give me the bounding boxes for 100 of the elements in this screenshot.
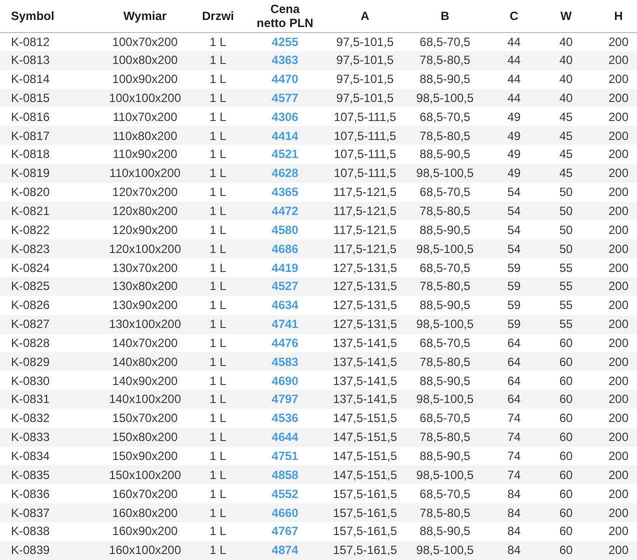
table-cell: K-0819 xyxy=(11,166,50,180)
table-cell: 68,5-70,5 xyxy=(420,110,470,124)
table-cell: 74 xyxy=(507,411,521,426)
table-cell: 200 xyxy=(608,411,629,426)
table-cell: 49 xyxy=(507,166,521,180)
column-header: W xyxy=(560,8,572,23)
table-cell: 64 xyxy=(507,354,521,369)
table-cell: 200 xyxy=(608,506,629,520)
table-cell: 107,5-111,5 xyxy=(334,166,396,180)
table-cell: 107,5-111,5 xyxy=(334,147,396,162)
table-cell: 54 xyxy=(507,222,521,237)
table-cell: 200 xyxy=(608,468,629,482)
table-cell: 200 xyxy=(608,354,629,369)
table-cell: K-0823 xyxy=(11,242,50,256)
table-cell: 68,5-70,5 xyxy=(420,185,470,200)
table-cell: 1 L xyxy=(210,354,226,369)
table-cell: 100x80x200 xyxy=(112,53,178,68)
table-cell: 120x90x200 xyxy=(112,222,178,237)
table-cell: 49 xyxy=(507,147,521,162)
table-cell: 130x100x200 xyxy=(108,317,182,332)
table-cell: K-0815 xyxy=(11,90,50,105)
table-cell: 1 L xyxy=(210,524,226,538)
table-cell: 1 L xyxy=(210,506,226,520)
table-cell: 160x100x200 xyxy=(108,543,182,558)
table-cell: 50 xyxy=(559,204,573,218)
table-cell: 78,5-80,5 xyxy=(420,204,470,218)
table-cell: 150x80x200 xyxy=(112,430,178,444)
table-cell: 98,5-100,5 xyxy=(416,90,474,105)
table-cell: 1 L xyxy=(210,392,226,406)
table-cell: 74 xyxy=(507,448,521,463)
table-cell: 130x80x200 xyxy=(112,279,178,294)
price-cell: 4527 xyxy=(272,279,298,294)
table-cell: K-0812 xyxy=(11,34,50,49)
table-cell: 200 xyxy=(608,53,629,68)
table-cell: 117,5-121,5 xyxy=(333,204,397,218)
price-cell: 4472 xyxy=(272,204,298,218)
table-cell: 40 xyxy=(559,90,573,105)
table-cell: 200 xyxy=(608,279,629,294)
table-cell: 150x90x200 xyxy=(112,448,178,463)
table-cell: 60 xyxy=(559,486,573,501)
table-cell: 1 L xyxy=(210,279,226,294)
table-cell: 98,5-100,5 xyxy=(416,392,474,406)
table-cell: 100x100x200 xyxy=(108,90,182,105)
table-cell: 200 xyxy=(608,448,629,463)
table-cell: 50 xyxy=(559,185,573,200)
column-header: B xyxy=(440,8,450,23)
table-cell: 200 xyxy=(608,298,629,312)
table-cell: 127,5-131,5 xyxy=(332,260,398,275)
table-cell: 78,5-80,5 xyxy=(420,430,470,444)
table-cell: 68,5-70,5 xyxy=(420,336,470,350)
table-cell: K-0822 xyxy=(11,222,50,237)
table-cell: 44 xyxy=(507,90,521,105)
table-cell: K-0827 xyxy=(11,317,50,332)
table-cell: 120x100x200 xyxy=(108,242,182,256)
table-cell: K-0814 xyxy=(11,72,50,86)
price-cell: 4365 xyxy=(272,185,298,200)
table-cell: 64 xyxy=(507,392,521,406)
table-cell: 88,5-90,5 xyxy=(420,147,470,162)
table-cell: 147,5-151,5 xyxy=(332,468,398,482)
price-cell: 4470 xyxy=(272,72,298,86)
table-cell: 1 L xyxy=(210,430,226,444)
table-cell: 97,5-101,5 xyxy=(336,53,394,68)
table-cell: 60 xyxy=(559,430,573,444)
table-cell: 98,5-100,5 xyxy=(416,242,474,256)
table-cell: 1 L xyxy=(210,110,226,124)
table-cell: 150x70x200 xyxy=(112,411,178,426)
table-cell: 45 xyxy=(559,166,573,180)
price-cell: 4552 xyxy=(272,486,298,501)
table-cell: 88,5-90,5 xyxy=(420,374,470,388)
table-cell: 68,5-70,5 xyxy=(420,260,470,275)
table-cell: 98,5-100,5 xyxy=(416,317,474,332)
table-cell: K-0833 xyxy=(11,430,50,444)
table-cell: 98,5-100,5 xyxy=(416,166,474,180)
table-cell: 200 xyxy=(608,147,629,162)
table-cell: 200 xyxy=(608,128,629,143)
table-cell: K-0830 xyxy=(11,374,50,388)
table-cell: K-0818 xyxy=(11,147,50,162)
price-cell: 4751 xyxy=(272,448,298,463)
table-cell: 60 xyxy=(559,506,573,520)
table-cell: 120x80x200 xyxy=(112,204,178,218)
table-cell: 117,5-121,5 xyxy=(333,185,397,200)
table-cell: 1 L xyxy=(210,128,226,143)
table-cell: 60 xyxy=(559,411,573,426)
table-cell: 68,5-70,5 xyxy=(420,411,470,426)
table-cell: 200 xyxy=(608,260,629,275)
table-cell: 68,5-70,5 xyxy=(420,34,470,49)
table-cell: 45 xyxy=(559,110,573,124)
table-cell: 117,5-121,5 xyxy=(333,242,397,256)
table-cell: 200 xyxy=(608,336,629,350)
table-cell: K-0825 xyxy=(11,279,50,294)
table-cell: K-0817 xyxy=(11,128,50,143)
column-header: Drzwi xyxy=(202,8,234,23)
price-cell: 4536 xyxy=(272,411,298,426)
table-cell: 107,5-111,5 xyxy=(334,110,396,124)
table-cell: 130x90x200 xyxy=(112,298,178,312)
table-cell: 60 xyxy=(559,392,573,406)
price-cell: 4306 xyxy=(272,110,298,124)
table-cell: 137,5-141,5 xyxy=(332,336,398,350)
price-cell: 4580 xyxy=(272,222,298,237)
table-cell: 110x90x200 xyxy=(112,147,178,162)
